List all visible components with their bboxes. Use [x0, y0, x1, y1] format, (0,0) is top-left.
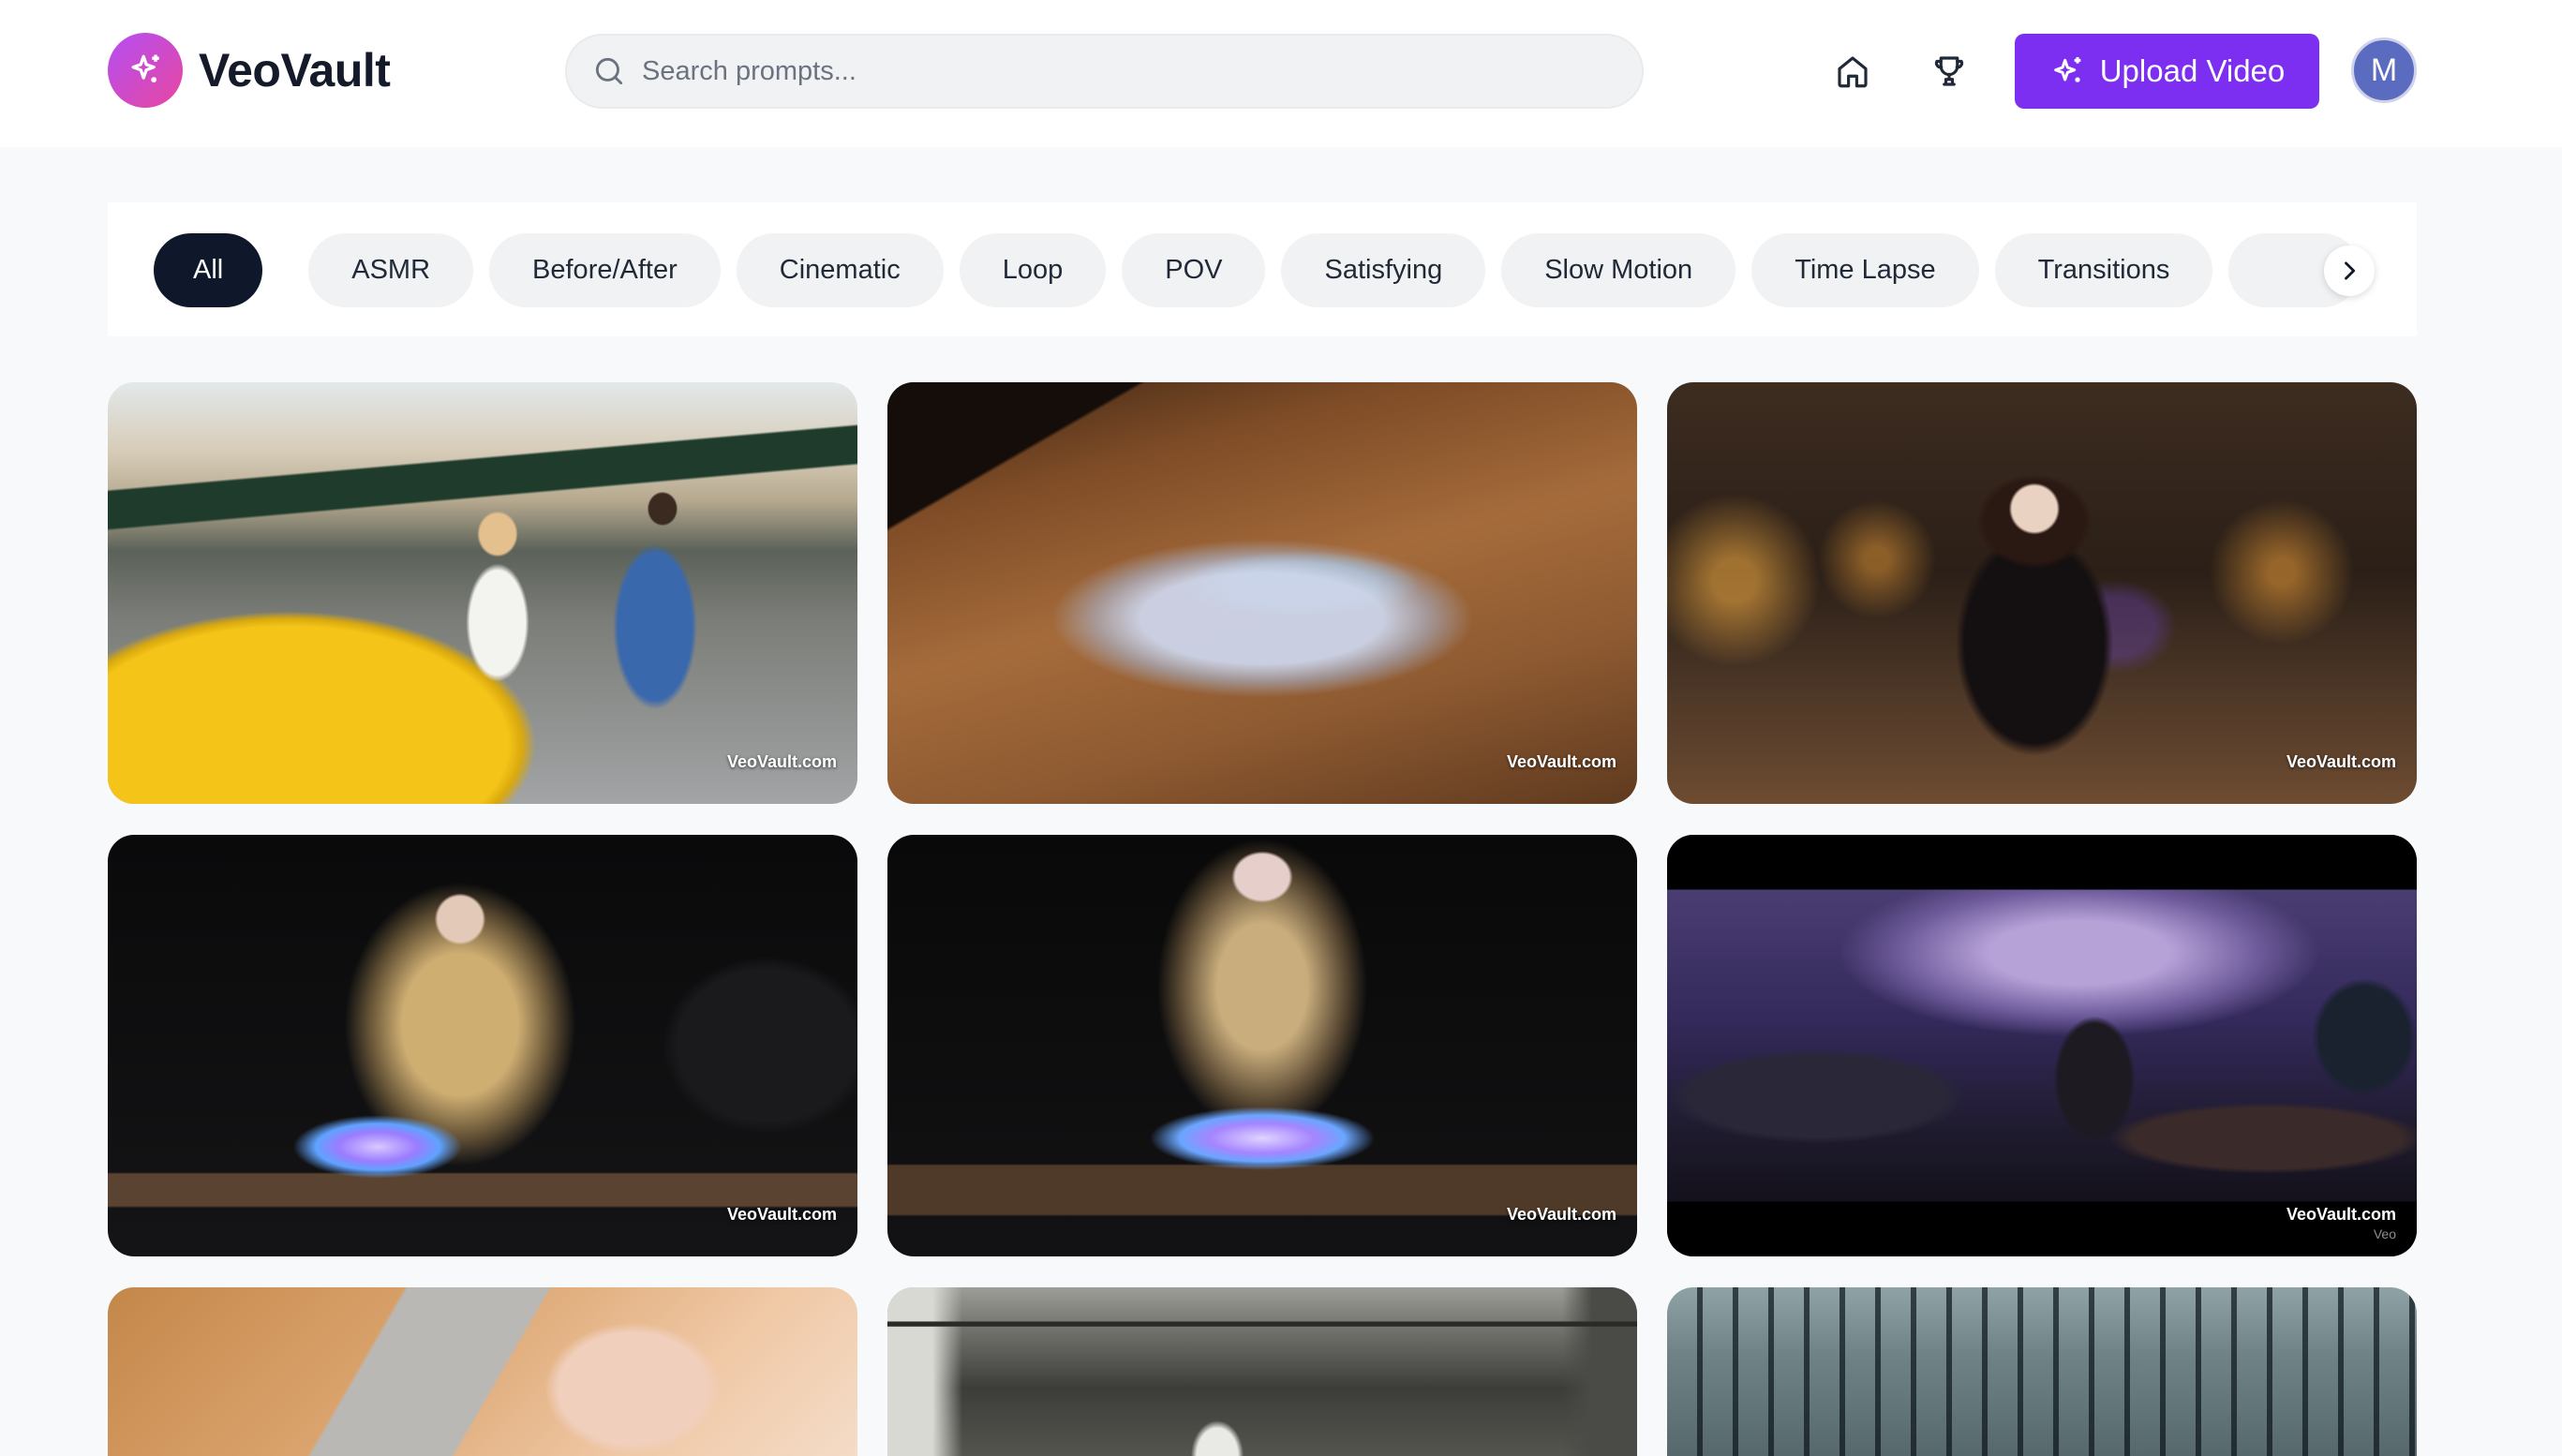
video-card[interactable]: VeoVault.com [887, 382, 1637, 804]
video-thumbnail [108, 835, 857, 1256]
trophy-icon [1934, 56, 1964, 86]
video-card[interactable]: VeoVault.com [108, 835, 857, 1256]
category-pill-before-after[interactable]: Before/After [489, 233, 721, 307]
video-card[interactable] [108, 1287, 857, 1456]
category-pill-cinematic[interactable]: Cinematic [736, 233, 944, 307]
category-pill-loop[interactable]: Loop [959, 233, 1107, 307]
search-bar[interactable] [565, 34, 1644, 109]
video-thumbnail [1667, 835, 2417, 1256]
upload-video-label: Upload Video [2099, 53, 2286, 88]
category-pill-satisfying[interactable]: Satisfying [1281, 233, 1486, 307]
video-grid: VeoVault.com VeoVault.com VeoVault.com V… [108, 382, 2417, 1456]
video-thumbnail [887, 1287, 1637, 1456]
category-scroll-right-button[interactable] [2324, 245, 2375, 296]
watermark: VeoVault.com [2286, 752, 2396, 771]
category-pill-all[interactable]: All [154, 233, 263, 307]
sparkles-icon [131, 54, 159, 82]
category-pill-time-lapse[interactable]: Time Lapse [1751, 233, 1979, 307]
brand-name[interactable]: VeoVault [199, 0, 391, 141]
category-pill-track: All ASMR Before/After Cinematic Loop POV… [154, 233, 2375, 307]
home-icon [1838, 56, 1868, 88]
video-card[interactable]: VeoVault.com [1667, 382, 2417, 804]
video-card[interactable]: VeoVault.com Veo [1667, 835, 2417, 1256]
category-pill-slow-motion[interactable]: Slow Motion [1501, 233, 1736, 307]
user-avatar[interactable]: M [2351, 37, 2417, 103]
sparkles-icon [2053, 57, 2081, 82]
video-card[interactable] [1667, 1287, 2417, 1456]
upload-video-button[interactable]: Upload Video [2015, 34, 2319, 109]
avatar-initial: M [2370, 52, 2398, 88]
video-thumbnail [1667, 1287, 2417, 1456]
video-thumbnail [887, 382, 1637, 804]
video-card[interactable]: VeoVault.com [108, 382, 857, 804]
video-card[interactable] [887, 1287, 1637, 1456]
watermark: VeoVault.com [726, 752, 837, 771]
watermark-sub: Veo [2373, 1226, 2396, 1241]
search-icon [595, 57, 623, 85]
video-thumbnail [108, 1287, 857, 1456]
category-filter-bar: All ASMR Before/After Cinematic Loop POV… [108, 202, 2417, 336]
category-pill-transitions[interactable]: Transitions [1994, 233, 2213, 307]
category-pill-asmr[interactable]: ASMR [308, 233, 474, 307]
home-button[interactable] [1831, 50, 1874, 93]
chevron-right-icon [2345, 261, 2356, 280]
top-header: VeoVault Upload Video M [0, 0, 2562, 147]
video-thumbnail [887, 835, 1637, 1256]
watermark: VeoVault.com [2286, 1205, 2396, 1224]
leaderboard-button[interactable] [1928, 50, 1971, 93]
category-pill-pov[interactable]: POV [1122, 233, 1266, 307]
watermark: VeoVault.com [1506, 1205, 1616, 1224]
watermark: VeoVault.com [1506, 752, 1616, 771]
logo-badge[interactable] [108, 33, 183, 108]
search-input[interactable] [642, 43, 1579, 99]
watermark: VeoVault.com [726, 1205, 837, 1224]
video-thumbnail [1667, 382, 2417, 804]
video-card[interactable]: VeoVault.com [887, 835, 1637, 1256]
video-thumbnail [108, 382, 857, 804]
